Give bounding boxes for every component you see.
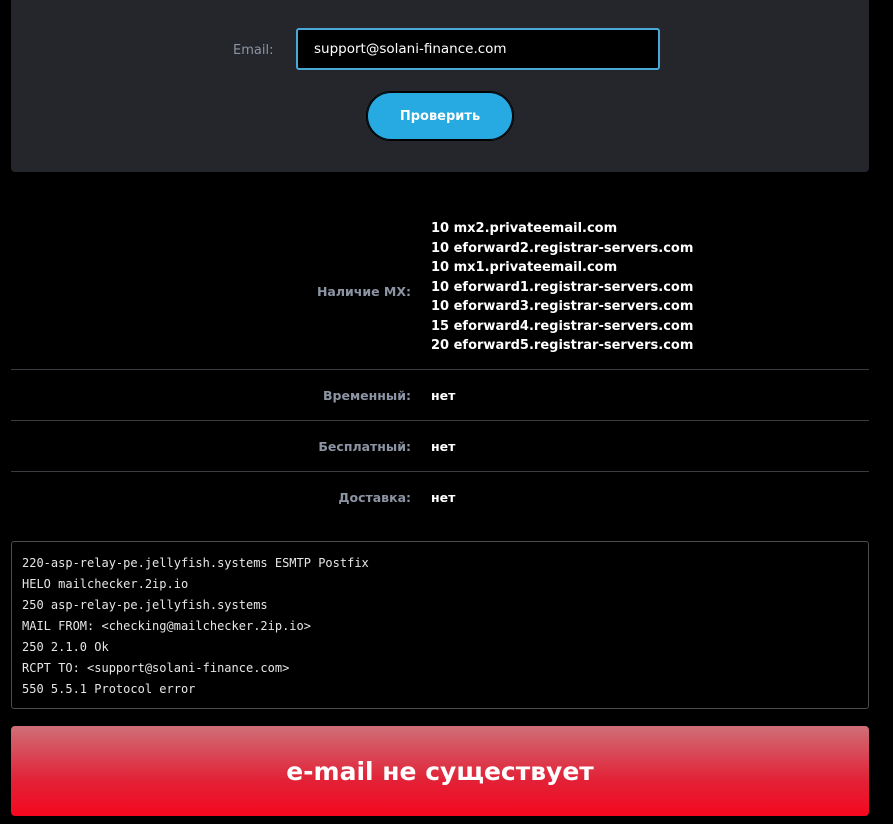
log-line: 250 asp-relay-pe.jellyfish.systems: [22, 598, 268, 612]
mx-record: 10 mx2.privateemail.com: [431, 221, 618, 236]
email-label: Email:: [233, 43, 274, 58]
delivery-value: нет: [431, 489, 456, 505]
temporary-row: Временный: нет: [11, 370, 869, 421]
temporary-value: нет: [431, 387, 456, 403]
email-input[interactable]: [296, 28, 660, 70]
log-line: MAIL FROM: <checking@mailchecker.2ip.io>: [22, 619, 311, 633]
mx-records-list: 10 mx2.privateemail.com 10 eforward2.reg…: [431, 214, 693, 369]
log-line: 250 2.1.0 Ok: [22, 640, 109, 654]
log-line: 220-asp-relay-pe.jellyfish.systems ESMTP…: [22, 556, 369, 570]
mx-record: 20 eforward5.registrar-servers.com: [431, 338, 694, 353]
mx-record: 10 mx1.privateemail.com: [431, 260, 618, 275]
log-line: RCPT TO: <support@solani-finance.com>: [22, 661, 290, 675]
verdict-banner: e-mail не существует: [11, 726, 869, 816]
mx-record: 15 eforward4.registrar-servers.com: [431, 318, 694, 334]
delivery-label: Доставка:: [338, 489, 411, 505]
free-row: Бесплатный: нет: [11, 421, 869, 472]
log-line: HELO mailchecker.2ip.io: [22, 577, 189, 591]
check-button[interactable]: Проверить: [366, 91, 514, 141]
mx-record: 10 eforward1.registrar-servers.com: [431, 279, 694, 295]
free-label: Бесплатный:: [318, 438, 411, 454]
free-value: нет: [431, 438, 456, 454]
email-check-form: Email: Проверить: [11, 0, 869, 172]
smtp-log: 220-asp-relay-pe.jellyfish.systems ESMTP…: [11, 541, 869, 709]
mx-row: Наличие MX: 10 mx2.privateemail.com 10 e…: [11, 214, 869, 370]
mx-record: 10 eforward2.registrar-servers.com: [431, 240, 694, 256]
mx-label: Наличие MX:: [316, 284, 411, 299]
verdict-text: e-mail не существует: [286, 756, 594, 786]
delivery-row: Доставка: нет: [11, 472, 869, 522]
mx-record: 10 eforward3.registrar-servers.com: [431, 299, 694, 314]
results-table: Наличие MX: 10 mx2.privateemail.com 10 e…: [11, 214, 869, 522]
log-line: 550 5.5.1 Protocol error: [22, 682, 196, 696]
temporary-label: Временный:: [323, 387, 411, 403]
